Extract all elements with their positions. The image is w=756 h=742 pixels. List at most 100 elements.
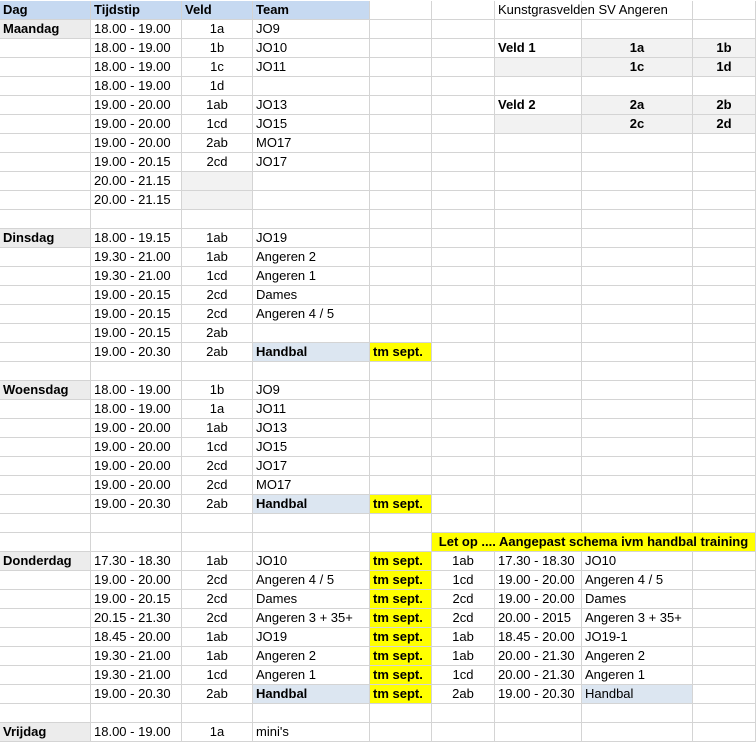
time-cell[interactable]: 18.00 - 19.00 <box>91 39 182 58</box>
team-cell[interactable]: JO17 <box>253 153 370 172</box>
empty-cell[interactable] <box>432 286 495 305</box>
team-cell[interactable]: JO9 <box>253 20 370 39</box>
alt-veld-cell[interactable]: 2cd <box>432 590 495 609</box>
veld-cell[interactable]: 1a <box>182 723 253 742</box>
alt-veld-cell[interactable]: 1cd <box>432 666 495 685</box>
alt-veld-cell[interactable]: 1ab <box>432 647 495 666</box>
empty-cell[interactable] <box>0 419 91 438</box>
empty-cell[interactable] <box>370 514 432 533</box>
header-tijdstip[interactable]: Tijdstip <box>91 1 182 20</box>
empty-cell[interactable] <box>693 609 756 628</box>
empty-cell[interactable] <box>693 419 756 438</box>
empty-cell[interactable] <box>495 248 582 267</box>
empty-cell[interactable] <box>582 400 693 419</box>
empty-cell[interactable] <box>182 210 253 229</box>
veld-cell[interactable] <box>182 191 253 210</box>
time-cell[interactable]: 19.00 - 20.00 <box>91 115 182 134</box>
empty-cell[interactable] <box>495 438 582 457</box>
time-cell[interactable]: 19.00 - 20.00 <box>91 96 182 115</box>
empty-cell[interactable] <box>370 362 432 381</box>
alt-team-cell[interactable]: Dames <box>582 590 693 609</box>
empty-cell[interactable] <box>495 153 582 172</box>
empty-cell[interactable] <box>582 153 693 172</box>
team-cell[interactable]: Angeren 1 <box>253 666 370 685</box>
empty-cell[interactable] <box>432 324 495 343</box>
empty-cell[interactable] <box>0 571 91 590</box>
team-cell[interactable]: JO13 <box>253 419 370 438</box>
veld-cell[interactable]: 1ab <box>182 229 253 248</box>
team-cell[interactable]: JO10 <box>253 39 370 58</box>
alt-team-cell[interactable]: Handbal <box>582 685 693 704</box>
empty-cell[interactable] <box>182 704 253 723</box>
time-cell[interactable]: 19.00 - 20.15 <box>91 153 182 172</box>
empty-cell[interactable] <box>693 628 756 647</box>
team-cell[interactable]: Handbal <box>253 685 370 704</box>
alt-veld-cell[interactable]: 2ab <box>432 685 495 704</box>
empty-cell[interactable] <box>91 704 182 723</box>
header-dag[interactable]: Dag <box>0 1 91 20</box>
empty-cell[interactable] <box>370 419 432 438</box>
spreadsheet-grid[interactable]: Dag Tijdstip Veld Team Kunstgrasvelden SV An… <box>0 0 756 742</box>
empty-cell[interactable] <box>582 210 693 229</box>
note-cell[interactable]: tm sept. <box>370 666 432 685</box>
veld-cell[interactable]: 1cd <box>182 115 253 134</box>
alt-team-cell[interactable]: Angeren 3 + 35+ <box>582 609 693 628</box>
empty-cell[interactable] <box>432 267 495 286</box>
team-cell[interactable] <box>253 324 370 343</box>
empty-cell[interactable] <box>182 362 253 381</box>
empty-cell[interactable] <box>693 590 756 609</box>
empty-cell[interactable] <box>495 229 582 248</box>
empty-cell[interactable] <box>432 191 495 210</box>
veld-cell[interactable]: 1cd <box>182 438 253 457</box>
empty-cell[interactable] <box>693 704 756 723</box>
time-cell[interactable]: 19.00 - 20.00 <box>91 457 182 476</box>
empty-cell[interactable] <box>495 495 582 514</box>
legend-veld2-label[interactable]: Veld 2 <box>495 96 582 115</box>
empty-cell[interactable] <box>693 476 756 495</box>
empty-cell[interactable] <box>370 324 432 343</box>
legend-field[interactable]: 1a <box>582 39 693 58</box>
team-cell[interactable]: JO15 <box>253 115 370 134</box>
empty-cell[interactable] <box>432 419 495 438</box>
veld-cell[interactable]: 2cd <box>182 609 253 628</box>
empty-cell[interactable] <box>495 343 582 362</box>
note-cell[interactable]: tm sept. <box>370 609 432 628</box>
time-cell[interactable]: 19.30 - 21.00 <box>91 267 182 286</box>
empty-cell[interactable] <box>432 723 495 742</box>
team-cell[interactable] <box>253 172 370 191</box>
veld-cell[interactable]: 1d <box>182 77 253 96</box>
header-team[interactable]: Team <box>253 1 370 20</box>
empty-cell[interactable] <box>693 381 756 400</box>
empty-cell[interactable] <box>582 267 693 286</box>
empty-cell[interactable] <box>582 286 693 305</box>
time-cell[interactable]: 19.00 - 20.00 <box>91 571 182 590</box>
empty-cell[interactable] <box>693 210 756 229</box>
team-cell[interactable]: Angeren 4 / 5 <box>253 571 370 590</box>
empty-cell[interactable] <box>0 609 91 628</box>
veld-cell[interactable]: 2cd <box>182 590 253 609</box>
time-cell[interactable]: 18.00 - 19.15 <box>91 229 182 248</box>
empty-cell[interactable] <box>0 666 91 685</box>
team-cell[interactable]: MO17 <box>253 134 370 153</box>
empty-cell[interactable] <box>495 514 582 533</box>
note-cell[interactable]: tm sept. <box>370 590 432 609</box>
empty-cell[interactable] <box>693 666 756 685</box>
empty-cell[interactable] <box>582 248 693 267</box>
empty-cell[interactable] <box>0 343 91 362</box>
team-cell[interactable]: JO11 <box>253 58 370 77</box>
alt-time-cell[interactable]: 17.30 - 18.30 <box>495 552 582 571</box>
empty-cell[interactable] <box>0 647 91 666</box>
time-cell[interactable]: 18.45 - 20.00 <box>91 628 182 647</box>
empty-cell[interactable] <box>370 153 432 172</box>
time-cell[interactable]: 19.00 - 20.00 <box>91 476 182 495</box>
empty-cell[interactable] <box>582 172 693 191</box>
empty-cell[interactable] <box>370 400 432 419</box>
empty-cell[interactable] <box>0 115 91 134</box>
empty-cell[interactable] <box>432 495 495 514</box>
alt-time-cell[interactable]: 20.00 - 21.30 <box>495 647 582 666</box>
team-cell[interactable]: Dames <box>253 286 370 305</box>
empty-cell[interactable] <box>432 400 495 419</box>
empty-cell[interactable] <box>432 305 495 324</box>
empty-cell[interactable] <box>693 77 756 96</box>
empty-cell[interactable] <box>693 552 756 571</box>
